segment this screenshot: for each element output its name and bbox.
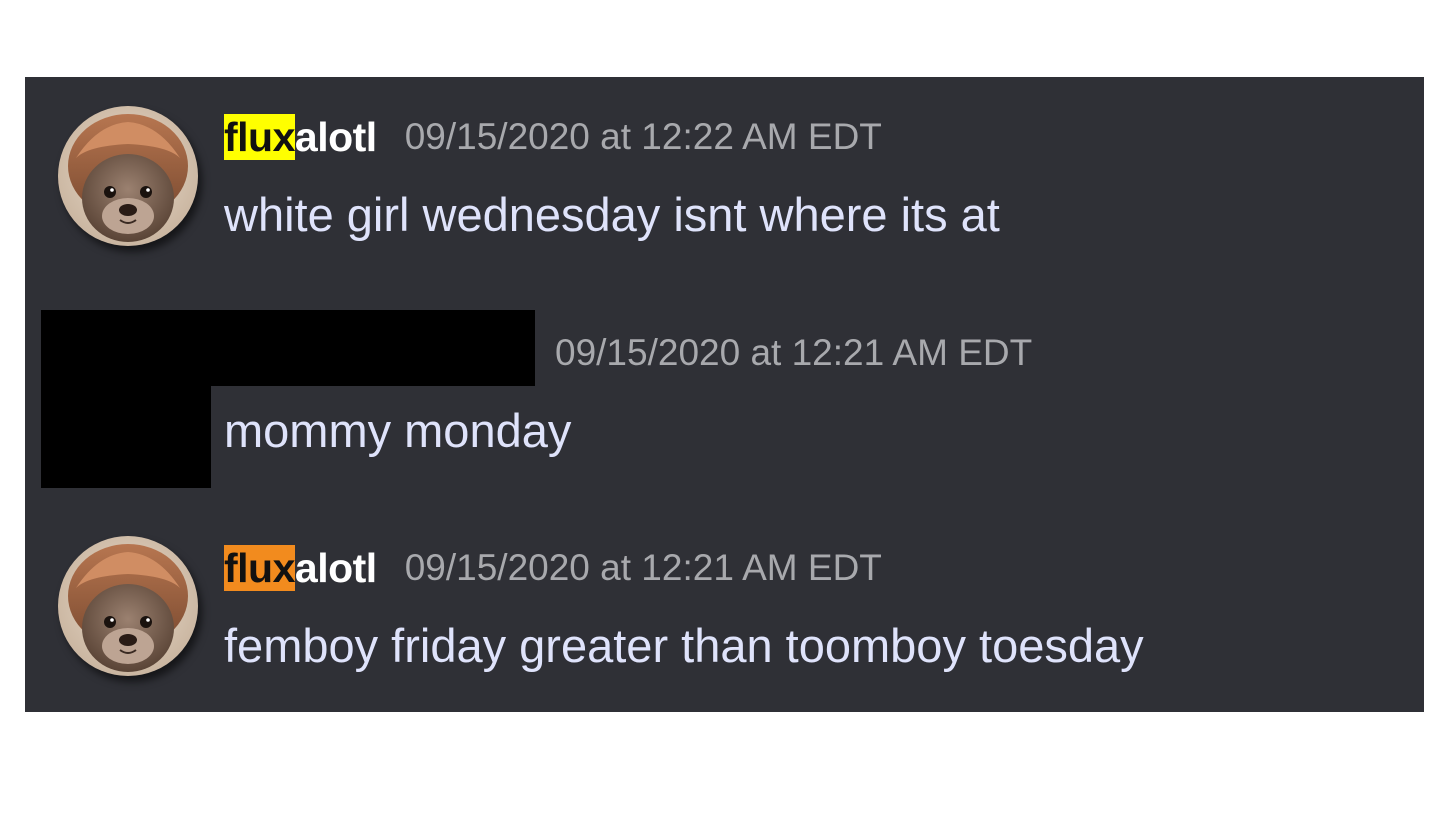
message-header: fluxalotl 09/15/2020 at 12:21 AM EDT bbox=[224, 543, 882, 593]
timestamp: 09/15/2020 at 12:21 AM EDT bbox=[404, 547, 882, 588]
message-header: fluxalotl 09/15/2020 at 12:22 AM EDT bbox=[224, 112, 882, 162]
username-rest: alotl bbox=[294, 113, 377, 160]
message-text: white girl wednesday isnt where its at bbox=[224, 188, 1000, 241]
redacted-avatar bbox=[41, 310, 211, 488]
username-highlight: flux bbox=[224, 544, 295, 591]
otter-avatar-icon[interactable] bbox=[58, 536, 198, 676]
message-header: 09/15/2020 at 12:21 AM EDT bbox=[555, 328, 1032, 378]
username-rest: alotl bbox=[294, 544, 377, 591]
username[interactable]: fluxalotl bbox=[224, 544, 377, 592]
username-highlight: flux bbox=[224, 113, 295, 160]
username[interactable]: fluxalotl bbox=[224, 113, 377, 161]
message-text: femboy friday greater than toomboy toesd… bbox=[224, 619, 1144, 672]
chat-panel: fluxalotl 09/15/2020 at 12:22 AM EDT whi… bbox=[25, 77, 1424, 712]
otter-avatar-icon[interactable] bbox=[58, 106, 198, 246]
message-text: mommy monday bbox=[224, 404, 572, 457]
timestamp: 09/15/2020 at 12:21 AM EDT bbox=[555, 332, 1033, 373]
timestamp: 09/15/2020 at 12:22 AM EDT bbox=[404, 116, 882, 157]
redacted-username bbox=[211, 310, 535, 386]
